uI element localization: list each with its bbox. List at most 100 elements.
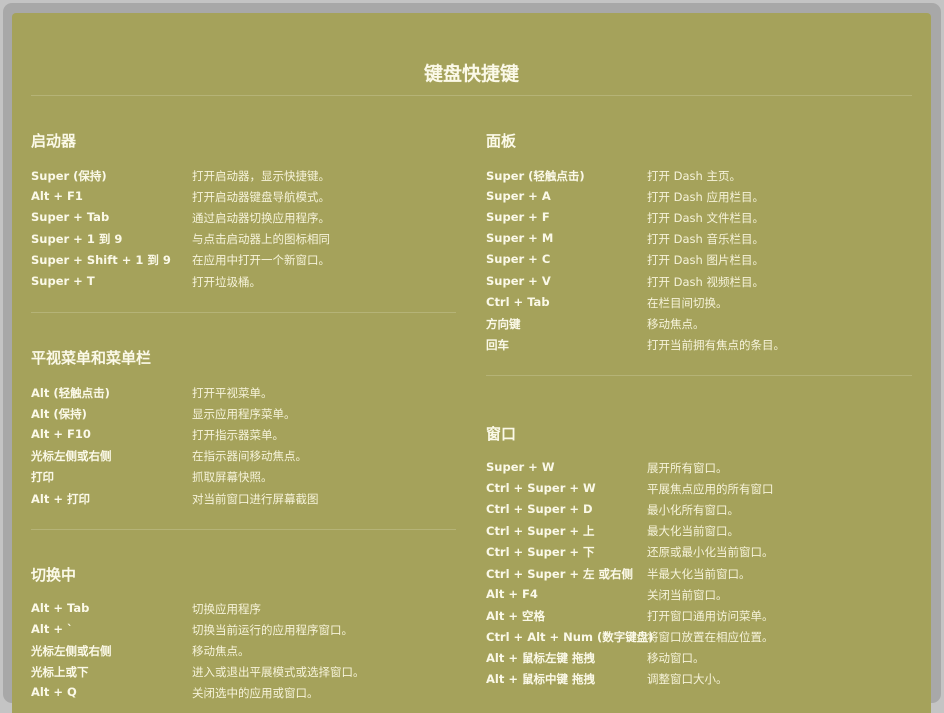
shortcut-key: Alt + F1 [31, 189, 83, 204]
shortcut-description: 展开所有窗口。 [647, 461, 728, 475]
shortcut-description: 半最大化当前窗口。 [647, 566, 751, 581]
section-title-hud: 平视菜单和菜单栏 [31, 349, 152, 367]
shortcut-description: 打开指示器菜单。 [192, 428, 284, 443]
shortcut-row: Super + Shift + 1 到 9 在应用中打开一个新窗口。 [31, 252, 451, 270]
shortcut-key: Ctrl + Tab [486, 294, 550, 309]
shortcut-description: 还原或最小化当前窗口。 [647, 545, 774, 560]
shortcut-key: Super + Tab [31, 210, 110, 225]
shortcut-description: 切换应用程序 [192, 602, 261, 616]
shortcut-row: Super + V 打开 Dash 视频栏目。 [486, 274, 906, 292]
shortcut-description: 平展焦点应用的所有窗口 [647, 482, 774, 497]
shortcuts-overlay: 键盘快捷键 启动器 Super (保持) 打开启动器，显示快捷键。 Alt + F1… [12, 13, 931, 713]
shortcut-key: Ctrl + Super + D [486, 502, 593, 517]
shortcut-key: Super (保持) [31, 169, 107, 183]
shortcut-row: Alt + Tab 切换应用程序 [31, 601, 451, 619]
shortcut-row: Alt + 空格 打开窗口通用访问菜单。 [486, 608, 906, 626]
shortcut-row: Ctrl + Super + 上 最大化当前窗口。 [486, 523, 906, 541]
shortcut-row: Ctrl + Tab 在栏目间切换。 [486, 295, 906, 313]
shortcut-key: Alt + ` [31, 622, 73, 637]
section-title-switching: 切换中 [31, 566, 77, 584]
shortcut-row: Super + W 展开所有窗口。 [486, 460, 906, 478]
page-title: 键盘快捷键 [423, 63, 519, 85]
shortcut-row: Super (轻触点击) 打开 Dash 主页。 [486, 168, 906, 186]
shortcut-row: 打印 抓取屏幕快照。 [31, 469, 451, 487]
shortcut-row: 方向键 移动焦点。 [486, 316, 906, 334]
shortcut-row: Alt + F4 关闭当前窗口。 [486, 587, 906, 605]
shortcut-key: Alt + 打印 [31, 491, 90, 506]
shortcut-description: 进入或退出平展模式或选择窗口。 [192, 665, 365, 680]
shortcut-description: 与点击启动器上的图标相同 [192, 232, 330, 247]
shortcut-description: 抓取屏幕快照。 [192, 470, 273, 485]
shortcut-description: 打开 Dash 主页。 [647, 169, 741, 183]
shortcut-row: Alt + 鼠标中键 拖拽 调整窗口大小。 [486, 671, 906, 689]
shortcut-key: Alt + 鼠标左键 拖拽 [486, 650, 595, 665]
shortcut-description: 打开当前拥有焦点的条目。 [647, 337, 785, 352]
shortcut-key: 光标左侧或右侧 [31, 449, 112, 464]
shortcut-description: 最小化所有窗口。 [647, 503, 739, 518]
shortcut-key: Super + C [486, 252, 551, 267]
shortcut-description: 调整窗口大小。 [647, 672, 728, 686]
shortcut-row: Super + A 打开 Dash 应用栏目。 [486, 189, 906, 207]
shortcut-description: 在应用中打开一个新窗口。 [192, 253, 330, 268]
shortcut-key: Super + Shift + 1 到 9 [31, 253, 171, 268]
shortcut-key: Alt + 鼠标中键 拖拽 [486, 672, 595, 686]
shortcut-row: Alt + ` 切换当前运行的应用程序窗口。 [31, 622, 451, 640]
shortcut-key: 回车 [486, 337, 509, 352]
shortcut-description: 打开 Dash 视频栏目。 [647, 274, 764, 289]
shortcut-description: 打开 Dash 图片栏目。 [647, 253, 764, 268]
shortcut-description: 在指示器间移动焦点。 [192, 449, 307, 464]
shortcut-row: Alt (保持) 显示应用程序菜单。 [31, 406, 451, 424]
shortcut-row: Alt + F10 打开指示器菜单。 [31, 427, 451, 445]
shortcut-row: Super + M 打开 Dash 音乐栏目。 [486, 231, 906, 249]
shortcut-key: Alt (保持) [31, 407, 87, 422]
shortcut-description: 打开平视菜单。 [192, 386, 273, 400]
shortcut-row: 光标左侧或右侧 移动焦点。 [31, 643, 451, 661]
shortcut-row: Ctrl + Alt + Num (数字键盘) 将窗口放置在相应位置。 [486, 629, 906, 647]
shortcut-key: Super + T [31, 273, 95, 288]
shortcut-row: Super + 1 到 9 与点击启动器上的图标相同 [31, 231, 451, 249]
shortcut-key: Alt + Q [31, 685, 77, 700]
shortcut-key: Ctrl + Super + 下 [486, 545, 595, 560]
shortcut-description: 通过启动器切换应用程序。 [192, 211, 330, 226]
shortcut-key: Ctrl + Super + W [486, 481, 596, 496]
shortcut-key: Ctrl + Alt + Num (数字键盘) [486, 629, 654, 644]
shortcut-description: 切换当前运行的应用程序窗口。 [192, 623, 353, 638]
shortcut-description: 显示应用程序菜单。 [192, 407, 296, 422]
shortcut-description: 打开窗口通用访问菜单。 [647, 608, 774, 623]
shortcut-row: Super + F 打开 Dash 文件栏目。 [486, 210, 906, 228]
section-title-dash: 面板 [486, 132, 517, 150]
shortcut-description: 打开启动器键盘导航模式。 [192, 190, 330, 205]
shortcut-row: Super + Tab 通过启动器切换应用程序。 [31, 210, 451, 228]
shortcut-key: Alt + Tab [31, 601, 90, 615]
shortcut-description: 最大化当前窗口。 [647, 524, 739, 539]
shortcut-description: 打开 Dash 音乐栏目。 [647, 232, 764, 247]
shortcut-description: 关闭选中的应用或窗口。 [192, 686, 319, 701]
shortcut-row: Ctrl + Super + D 最小化所有窗口。 [486, 502, 906, 520]
shortcut-row: 光标左侧或右侧 在指示器间移动焦点。 [31, 448, 451, 466]
shortcut-key: Super + V [486, 273, 551, 288]
shortcut-description: 移动焦点。 [647, 316, 705, 331]
section-divider [31, 529, 456, 530]
shortcut-description: 在栏目间切换。 [647, 295, 728, 310]
section-divider [486, 375, 912, 376]
shortcut-row: Alt (轻触点击) 打开平视菜单。 [31, 385, 451, 403]
shortcut-key: Ctrl + Super + 左 或右侧 [486, 566, 634, 581]
shortcut-row: Alt + 鼠标左键 拖拽 移动窗口。 [486, 650, 906, 668]
shortcut-description: 将窗口放置在相应位置。 [647, 629, 774, 644]
shortcut-description: 打开 Dash 文件栏目。 [647, 211, 764, 226]
shortcut-key: Alt + F10 [31, 427, 91, 442]
shortcut-row: 光标上或下 进入或退出平展模式或选择窗口。 [31, 664, 451, 682]
shortcut-description: 关闭当前窗口。 [647, 587, 728, 602]
shortcut-description: 移动窗口。 [647, 650, 705, 665]
shortcut-row: Super + C 打开 Dash 图片栏目。 [486, 252, 906, 270]
shortcut-key: Alt + 空格 [486, 608, 545, 623]
shortcut-key: 方向键 [486, 316, 521, 331]
shortcut-key: Alt (轻触点击) [31, 386, 110, 400]
shortcut-key: Super + 1 到 9 [31, 232, 123, 247]
shortcut-key: Ctrl + Super + 上 [486, 524, 595, 539]
shortcut-description: 打开启动器，显示快捷键。 [192, 169, 330, 183]
shortcut-description: 对当前窗口进行屏幕截图 [192, 491, 319, 506]
title-divider [31, 95, 912, 96]
shortcut-key: Alt + F4 [486, 586, 538, 601]
section-divider [31, 312, 456, 313]
